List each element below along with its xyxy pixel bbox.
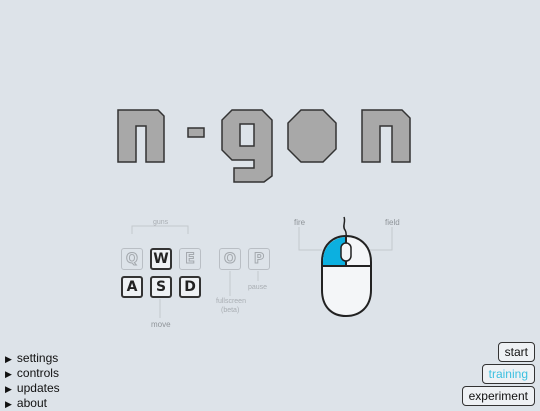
- mouse-icon: [321, 216, 372, 318]
- key-w: W: [150, 248, 172, 270]
- controls-diagram: [131, 216, 393, 318]
- pause-label: pause: [248, 284, 268, 291]
- menu-item-controls[interactable]: ▶ controls: [5, 366, 60, 381]
- fire-label: fire: [294, 218, 306, 227]
- expand-triangle-icon: ▶: [5, 384, 12, 394]
- start-button[interactable]: start: [497, 342, 535, 362]
- menu-item-updates[interactable]: ▶ updates: [5, 381, 60, 396]
- field-label: field: [385, 218, 400, 227]
- key-o: O: [219, 248, 241, 270]
- expand-triangle-icon: ▶: [5, 369, 12, 379]
- key-e: E: [179, 248, 201, 270]
- key-p: P: [248, 248, 270, 270]
- fullscreen-label: fullscreen: [216, 298, 246, 305]
- menu-item-settings[interactable]: ▶ settings: [5, 351, 60, 366]
- guns-label: guns: [153, 219, 169, 226]
- key-a: A: [121, 276, 143, 298]
- training-button[interactable]: training: [481, 364, 535, 384]
- key-s: S: [150, 276, 172, 298]
- menu-item-about[interactable]: ▶ about: [5, 396, 60, 411]
- main-menu: ▶ settings ▶ controls ▶ updates ▶ about: [5, 351, 60, 411]
- move-label: move: [151, 320, 171, 329]
- key-q: Q: [121, 248, 143, 270]
- expand-triangle-icon: ▶: [5, 399, 12, 409]
- mouse-wheel: [340, 242, 352, 262]
- experiment-button[interactable]: experiment: [461, 386, 535, 406]
- key-d: D: [179, 276, 201, 298]
- beta-label: (beta): [221, 307, 240, 314]
- expand-triangle-icon: ▶: [5, 354, 12, 364]
